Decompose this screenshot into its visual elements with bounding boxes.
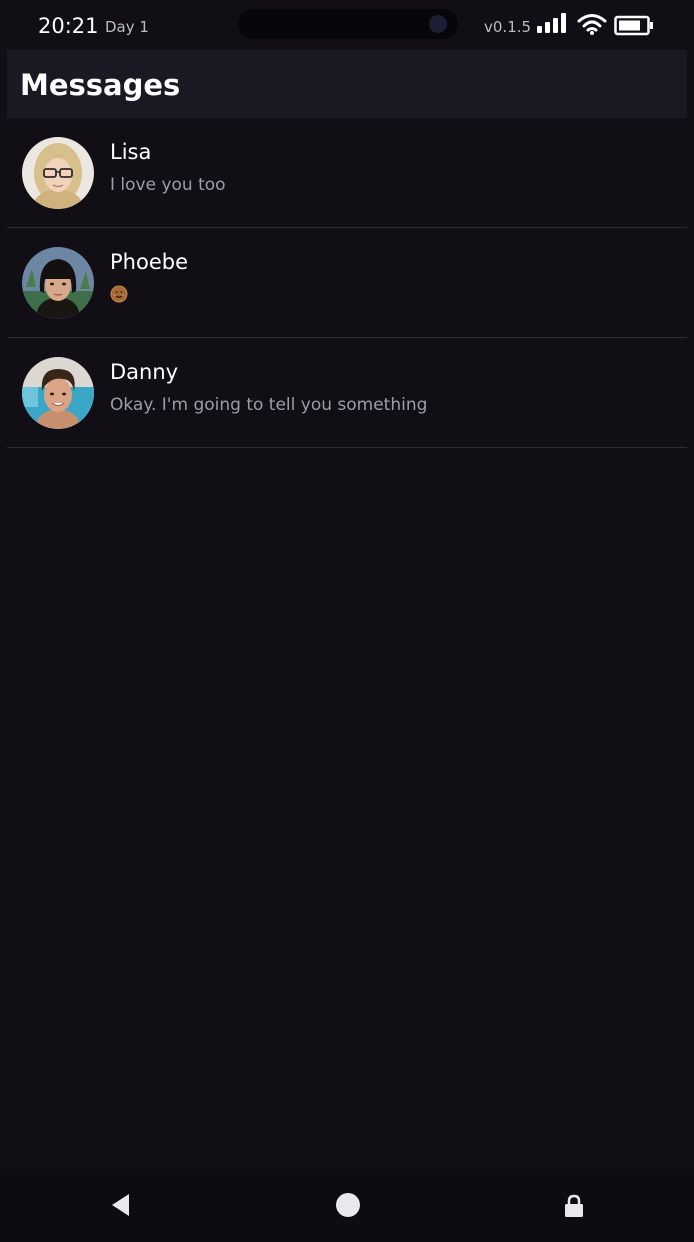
navigation-bar xyxy=(0,1170,694,1242)
avatar-danny xyxy=(22,357,94,429)
wifi-icon xyxy=(577,14,607,35)
battery-icon xyxy=(614,15,653,36)
signal-icon xyxy=(537,13,567,33)
contact-name: Lisa xyxy=(110,140,152,164)
contact-name: Danny xyxy=(110,360,179,384)
message-preview: I love you too xyxy=(110,175,226,195)
home-icon[interactable] xyxy=(336,1193,360,1217)
back-icon[interactable] xyxy=(109,1192,131,1218)
camera-icon xyxy=(429,15,447,33)
conversation-item-danny[interactable]: Danny Okay. I'm going to tell you someth… xyxy=(7,338,687,448)
page-title: Messages xyxy=(20,68,181,102)
smiling-face-emoji-icon xyxy=(110,285,128,303)
conversation-item-phoebe[interactable]: Phoebe xyxy=(7,228,687,338)
contact-name: Phoebe xyxy=(110,250,188,274)
avatar-lisa xyxy=(22,137,94,209)
avatar-phoebe xyxy=(22,247,94,319)
status-day: Day 1 xyxy=(105,18,149,36)
lock-icon[interactable] xyxy=(563,1194,585,1218)
status-bar: 20:21 Day 1 v0.1.5 xyxy=(0,0,694,50)
camera-notch xyxy=(238,9,458,39)
status-time: 20:21 xyxy=(38,14,99,38)
app-header: Messages xyxy=(7,50,687,118)
messages-screen: 20:21 Day 1 v0.1.5 Messages Lisa I love … xyxy=(0,0,694,1242)
app-version: v0.1.5 xyxy=(484,18,532,36)
message-preview xyxy=(110,285,128,308)
conversation-list: Lisa I love you too Phoebe Danny Okay. I… xyxy=(7,118,687,448)
conversation-item-lisa[interactable]: Lisa I love you too xyxy=(7,118,687,228)
message-preview: Okay. I'm going to tell you something xyxy=(110,395,428,415)
